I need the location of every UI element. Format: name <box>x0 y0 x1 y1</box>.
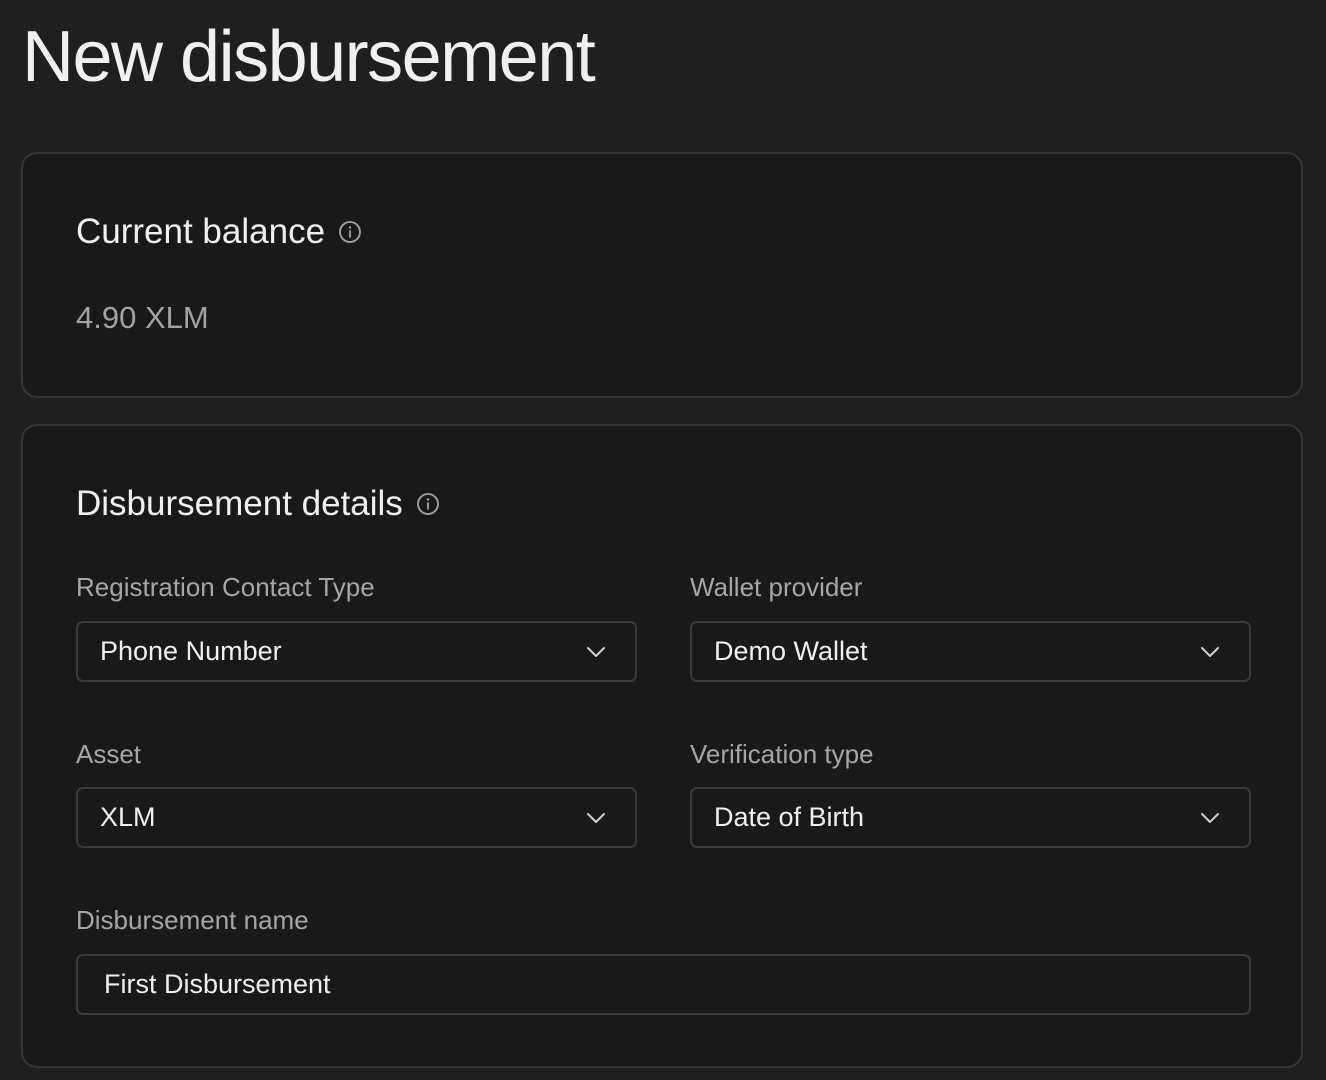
info-icon[interactable] <box>337 219 363 245</box>
asset-select[interactable]: XLM <box>76 787 637 848</box>
disbursement-name-input[interactable] <box>76 954 1251 1015</box>
chevron-down-icon <box>583 805 609 831</box>
disbursement-details-heading: Disbursement details <box>76 484 441 524</box>
wallet-provider-label: Wallet provider <box>690 572 863 602</box>
asset-value: XLM <box>100 802 156 832</box>
registration-contact-type-label: Registration Contact Type <box>76 572 375 602</box>
registration-contact-type-select[interactable]: Phone Number <box>76 621 637 682</box>
registration-contact-type-value: Phone Number <box>100 636 282 666</box>
chevron-down-icon <box>1197 639 1223 665</box>
disbursement-name-label: Disbursement name <box>76 905 309 935</box>
balance-value: 4.90 XLM <box>76 300 209 335</box>
page-title: New disbursement <box>22 17 596 97</box>
info-icon[interactable] <box>415 491 441 517</box>
disbursement-details-title: Disbursement details <box>76 484 403 523</box>
current-balance-title: Current balance <box>76 212 326 251</box>
wallet-provider-value: Demo Wallet <box>714 636 868 666</box>
current-balance-card: Current balance 4.90 XLM <box>21 152 1303 398</box>
verification-type-value: Date of Birth <box>714 802 865 832</box>
new-disbursement-page: New disbursement Current balance 4.90 XL… <box>0 0 1326 1080</box>
verification-type-label: Verification type <box>690 739 874 769</box>
chevron-down-icon <box>1197 805 1223 831</box>
asset-label: Asset <box>76 739 142 769</box>
wallet-provider-select[interactable]: Demo Wallet <box>690 621 1251 682</box>
disbursement-details-card: Disbursement details Registration Contac… <box>21 424 1303 1068</box>
current-balance-heading: Current balance <box>76 212 363 252</box>
chevron-down-icon <box>583 639 609 665</box>
verification-type-select[interactable]: Date of Birth <box>690 787 1251 848</box>
